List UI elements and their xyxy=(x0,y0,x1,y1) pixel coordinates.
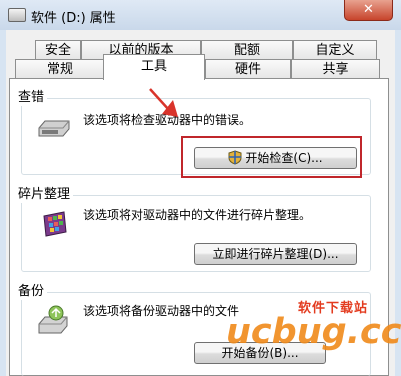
drive-icon xyxy=(8,8,26,22)
tab-hardware[interactable]: 硬件 xyxy=(205,59,291,79)
error-checking-title: 查错 xyxy=(15,90,48,106)
window-title: 软件 (D:) 属性 xyxy=(31,11,116,26)
backup-title: 备份 xyxy=(15,284,48,300)
defrag-icon xyxy=(43,211,67,237)
defragment-now-button[interactable]: 立即进行碎片整理(D)... xyxy=(194,243,357,265)
close-button[interactable]: ✕ xyxy=(344,0,393,21)
tab-security[interactable]: 安全 xyxy=(35,40,81,60)
hard-drive-icon xyxy=(38,120,70,137)
tab-tools[interactable]: 工具 xyxy=(103,54,205,80)
pointer-arrow-icon xyxy=(149,88,178,117)
backup-description: 该选项将备份驱动器中的文件 xyxy=(83,304,240,318)
tab-quota[interactable]: 配额 xyxy=(201,40,293,60)
watermark-logo: ucbug.cc xyxy=(226,312,401,352)
tab-customize[interactable]: 自定义 xyxy=(293,40,377,60)
tab-sharing[interactable]: 共享 xyxy=(291,59,380,79)
defragmentation-title: 碎片整理 xyxy=(15,187,74,203)
title-bar: 软件 (D:) 属性 ✕ xyxy=(0,0,401,30)
tab-general[interactable]: 常规 xyxy=(15,59,105,79)
backup-icon xyxy=(38,305,68,334)
defragmentation-description: 该选项将对驱动器中的文件进行碎片整理。 xyxy=(83,208,312,222)
highlight-box xyxy=(181,136,362,178)
